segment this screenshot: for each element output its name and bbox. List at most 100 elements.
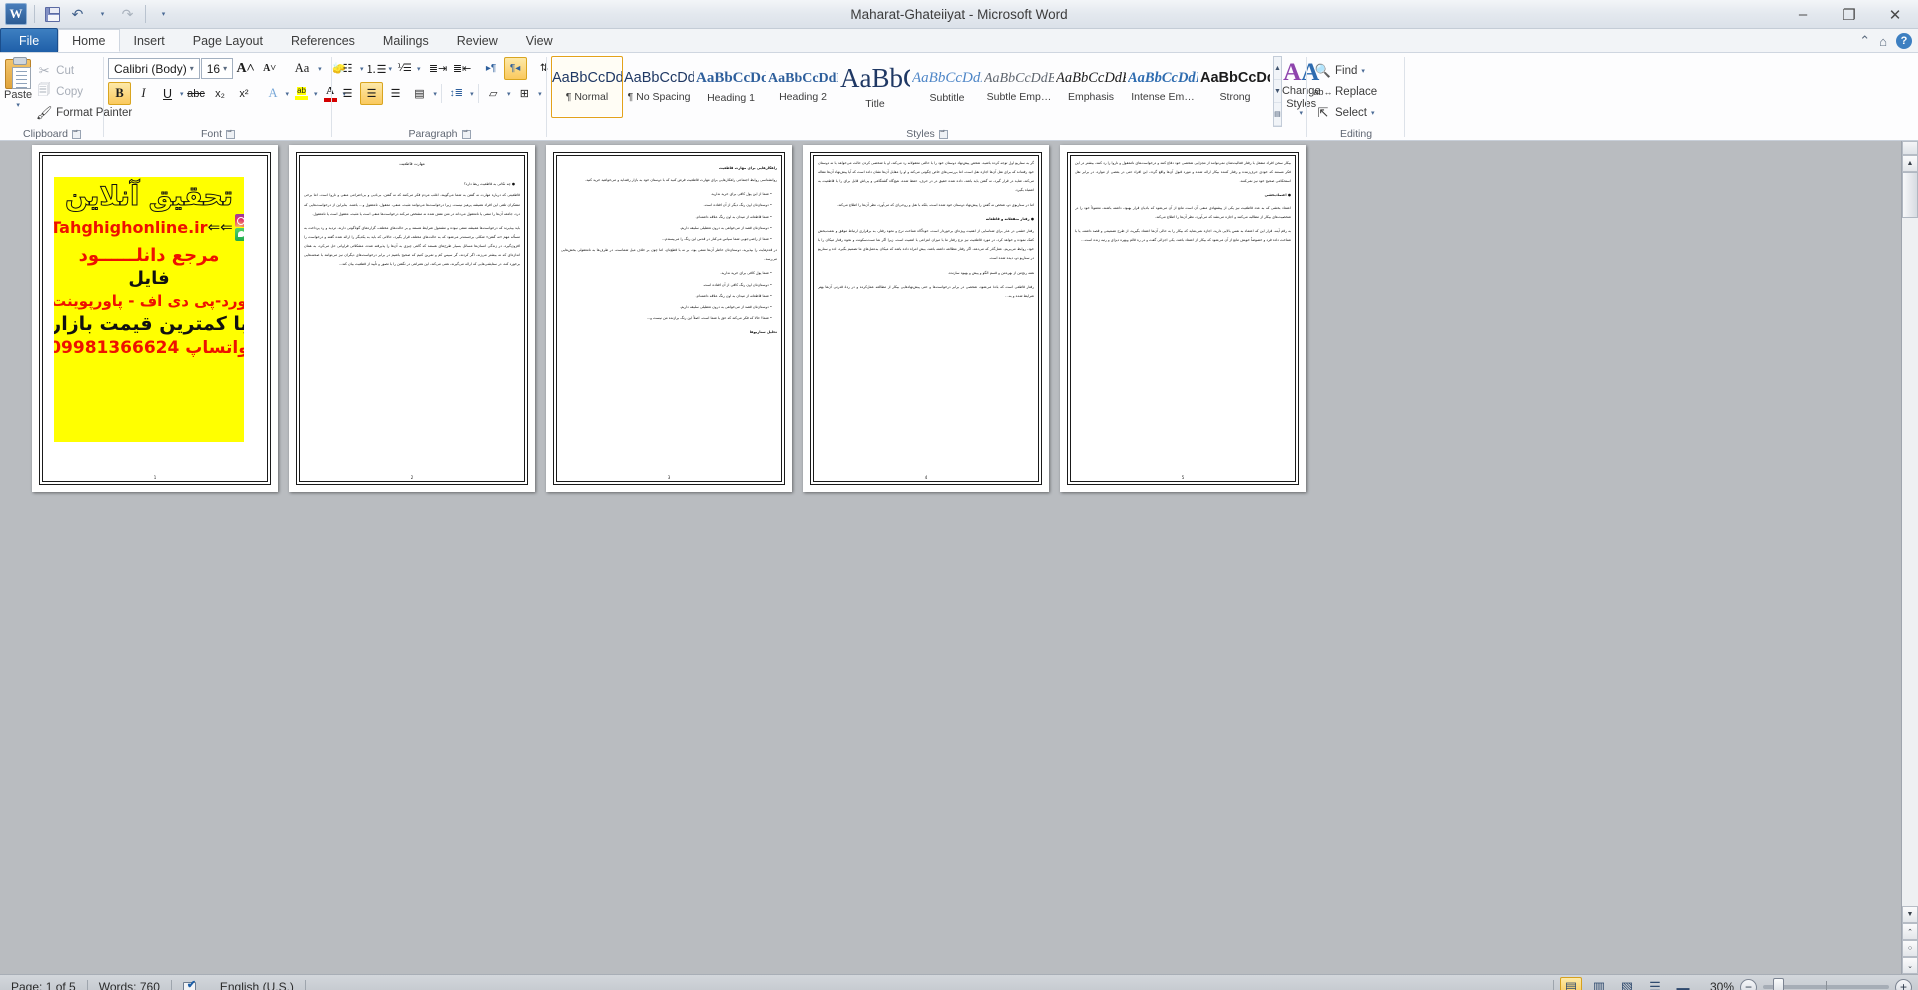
page-indicator[interactable]: Page: 1 of 5 bbox=[0, 978, 87, 990]
bold-button[interactable]: B bbox=[108, 82, 131, 105]
change-case-button[interactable]: Aa bbox=[287, 57, 317, 80]
split-window-handle[interactable] bbox=[1902, 141, 1918, 155]
font-dialog-launcher[interactable] bbox=[226, 129, 235, 139]
style-tile-title[interactable]: AaBbCcDdEe Title bbox=[839, 56, 911, 118]
align-right-button[interactable]: ☰ bbox=[384, 82, 407, 105]
style-tile-no-spacing[interactable]: AaBbCcDdEe ¶ No Spacing bbox=[623, 56, 695, 118]
bullets-dropdown-icon[interactable]: ▾ bbox=[360, 65, 364, 73]
undo-dropdown-icon[interactable]: ▾ bbox=[92, 4, 113, 25]
previous-page-button[interactable]: ⌃ bbox=[1902, 923, 1918, 940]
tab-mailings[interactable]: Mailings bbox=[369, 29, 443, 52]
style-tile-strong[interactable]: AaBbCcDdEe Strong bbox=[1199, 56, 1271, 118]
tab-review[interactable]: Review bbox=[443, 29, 512, 52]
document-page[interactable]: تحقیق آنلاین Tahghighonline.ir ⇐⇐ مرجع دانل… bbox=[32, 145, 278, 492]
shading-button[interactable]: ▱ bbox=[482, 82, 505, 105]
multilevel-list-button[interactable]: ⅟☰ bbox=[393, 57, 416, 80]
ltr-text-direction-button[interactable]: ▸¶ bbox=[480, 57, 503, 80]
line-spacing-button[interactable]: ↕≣ bbox=[445, 82, 468, 105]
shading-dropdown-icon[interactable]: ▾ bbox=[506, 90, 512, 98]
zoom-in-button[interactable]: + bbox=[1895, 978, 1912, 990]
styles-scroll-up-icon[interactable]: ▲ bbox=[1274, 57, 1281, 80]
replace-button[interactable]: ab↔ Replace bbox=[1311, 81, 1381, 102]
style-tile-subtitle[interactable]: AaBbCcDdEe Subtitle bbox=[911, 56, 983, 118]
tab-references[interactable]: References bbox=[277, 29, 369, 52]
subscript-button[interactable]: x₂ bbox=[209, 82, 232, 105]
minimize-button[interactable]: – bbox=[1780, 0, 1826, 29]
chevron-down-icon[interactable]: ▾ bbox=[187, 64, 197, 73]
style-tile-normal[interactable]: AaBbCcDdEe ¶ Normal bbox=[551, 56, 623, 118]
align-center-button[interactable]: ☰ bbox=[360, 82, 383, 105]
style-tile-emphasis[interactable]: AaBbCcDdEe Emphasis bbox=[1055, 56, 1127, 118]
word-logo-icon[interactable]: W bbox=[5, 3, 27, 25]
document-page[interactable]: بیکار سخن افراد منفعل با رفتار فعالیت‌شا… bbox=[1060, 145, 1306, 492]
paste-dropdown-icon[interactable]: ▾ bbox=[16, 101, 20, 109]
document-canvas[interactable]: تحقیق آنلاین Tahghighonline.ir ⇐⇐ مرجع دانل… bbox=[0, 141, 1918, 974]
zoom-slider-thumb[interactable] bbox=[1773, 978, 1784, 990]
scrollbar-thumb[interactable] bbox=[1902, 172, 1918, 218]
numbering-dropdown-icon[interactable]: ▾ bbox=[389, 65, 393, 73]
decrease-indent-button[interactable]: ≣⇥ bbox=[427, 57, 450, 80]
collapse-ribbon-icon[interactable]: ⌃ bbox=[1859, 33, 1870, 49]
change-styles-dropdown-icon[interactable]: ▾ bbox=[1299, 110, 1303, 118]
change-case-dropdown-icon[interactable]: ▾ bbox=[318, 65, 322, 73]
styles-gallery-scrollbar[interactable]: ▲ ▼ ▤ bbox=[1273, 56, 1282, 127]
grow-font-button[interactable]: A˄ bbox=[234, 57, 257, 80]
view-web-layout-button[interactable]: ▧ bbox=[1616, 977, 1638, 990]
line-spacing-dropdown-icon[interactable]: ▾ bbox=[469, 90, 475, 98]
align-left-button[interactable]: ☰ bbox=[336, 82, 359, 105]
select-button[interactable]: ⇱ Select ▾ bbox=[1311, 102, 1381, 123]
style-tile-heading-2[interactable]: AaBbCcDdEe Heading 2 bbox=[767, 56, 839, 118]
undo-button[interactable]: ↶ bbox=[67, 4, 88, 25]
zoom-level-label[interactable]: 30% bbox=[1700, 980, 1734, 990]
close-button[interactable]: ✕ bbox=[1872, 0, 1918, 29]
underline-dropdown-icon[interactable]: ▾ bbox=[180, 90, 184, 98]
restore-button[interactable]: ❐ bbox=[1826, 0, 1872, 29]
scroll-up-button[interactable]: ▲ bbox=[1902, 155, 1918, 172]
font-name-combo[interactable]: Calibri (Body) ▾ bbox=[108, 58, 200, 79]
tab-page-layout[interactable]: Page Layout bbox=[179, 29, 277, 52]
borders-dropdown-icon[interactable]: ▾ bbox=[537, 90, 543, 98]
document-page[interactable]: مهارت قاطعیت ● چه نکاتی به قاطعیت ربط دار… bbox=[289, 145, 535, 492]
tab-home[interactable]: Home bbox=[58, 29, 120, 52]
rtl-text-direction-button[interactable]: ¶◂ bbox=[503, 57, 527, 80]
paste-button[interactable]: Paste ▾ bbox=[4, 56, 32, 127]
zoom-slider[interactable] bbox=[1763, 978, 1889, 990]
styles-dialog-launcher[interactable] bbox=[938, 129, 948, 139]
tab-file[interactable]: File bbox=[0, 28, 59, 52]
document-page[interactable]: گر به سناریو اول توجه کرده باشید، شخص پی… bbox=[803, 145, 1049, 492]
numbering-button[interactable]: ⒈☰ bbox=[365, 57, 388, 80]
tab-view[interactable]: View bbox=[512, 29, 567, 52]
vertical-scrollbar[interactable]: ▲ ▼ ⌃ ○ ⌄ bbox=[1901, 141, 1918, 974]
document-page[interactable]: راهکارهایی برای مهارت قاطعیت روانشناسی رو… bbox=[546, 145, 792, 492]
zoom-out-button[interactable]: − bbox=[1740, 978, 1757, 990]
clipboard-dialog-launcher[interactable] bbox=[71, 129, 81, 139]
find-dropdown-icon[interactable]: ▾ bbox=[1361, 67, 1365, 75]
superscript-button[interactable]: x² bbox=[233, 82, 256, 105]
underline-button[interactable]: U bbox=[156, 82, 179, 105]
chevron-down-icon[interactable]: ▾ bbox=[220, 64, 230, 73]
next-page-button[interactable]: ⌄ bbox=[1902, 957, 1918, 974]
italic-button[interactable]: I bbox=[132, 82, 155, 105]
customize-quick-access-icon[interactable]: ▾ bbox=[153, 4, 174, 25]
tab-insert[interactable]: Insert bbox=[120, 29, 179, 52]
text-highlight-button[interactable]: ab bbox=[290, 82, 313, 105]
style-tile-intense-em[interactable]: AaBbCcDdEe Intense Em… bbox=[1127, 56, 1199, 118]
text-effects-button[interactable]: A bbox=[262, 82, 285, 105]
paragraph-dialog-launcher[interactable] bbox=[461, 129, 471, 139]
shrink-font-button[interactable]: A˅ bbox=[258, 57, 281, 80]
multilevel-dropdown-icon[interactable]: ▾ bbox=[417, 65, 421, 73]
styles-scroll-down-icon[interactable]: ▼ bbox=[1274, 80, 1281, 103]
proofing-status[interactable] bbox=[172, 978, 209, 990]
scrollbar-track[interactable] bbox=[1902, 218, 1918, 906]
select-dropdown-icon[interactable]: ▾ bbox=[1371, 109, 1375, 117]
bullets-button[interactable]: ☷ bbox=[336, 57, 359, 80]
view-draft-button[interactable]: ▬ bbox=[1672, 977, 1694, 990]
justify-dropdown-icon[interactable]: ▾ bbox=[432, 90, 438, 98]
styles-more-icon[interactable]: ▤ bbox=[1274, 103, 1281, 126]
justify-button[interactable]: ▤ bbox=[408, 82, 431, 105]
increase-indent-button[interactable]: ≣⇤ bbox=[451, 57, 474, 80]
style-tile-subtle-emp[interactable]: AaBbCcDdEe Subtle Emp… bbox=[983, 56, 1055, 118]
find-button[interactable]: 🔍 Find ▾ bbox=[1311, 60, 1381, 81]
highlight-dropdown-icon[interactable]: ▾ bbox=[314, 90, 318, 98]
language-indicator[interactable]: English (U.S.) bbox=[209, 978, 305, 990]
